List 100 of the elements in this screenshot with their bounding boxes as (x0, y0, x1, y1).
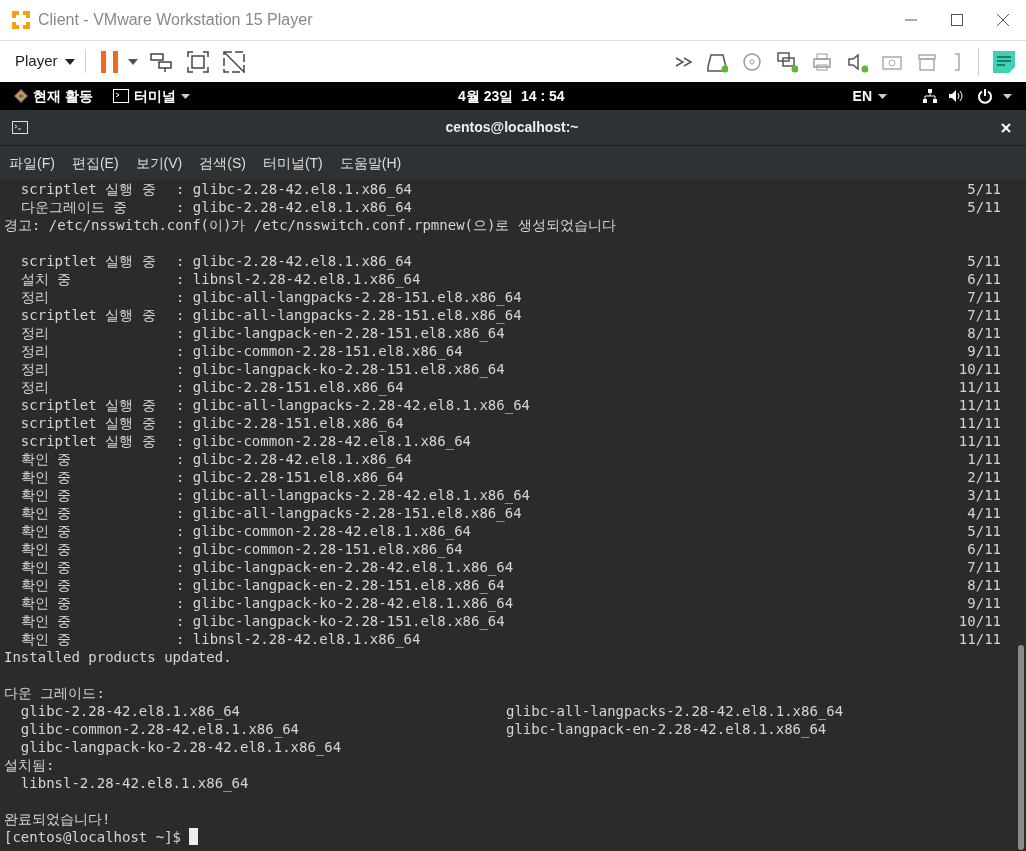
progress-count: 8/11 (967, 576, 1001, 594)
menu-item[interactable]: 검색(S) (199, 152, 246, 174)
line-label: scriptlet 실행 중 (19, 306, 157, 324)
player-menu[interactable]: Player (15, 50, 86, 73)
progress-count: 10/11 (958, 360, 1001, 378)
progress-count: 4/11 (967, 504, 1001, 522)
package-name: : glibc-langpack-en-2.28-151.el8.x86_64 (176, 576, 505, 594)
disc-icon[interactable] (741, 50, 763, 73)
progress-count: 7/11 (967, 288, 1001, 306)
output-line: 경고: /etc/nsswitch.conf(이)가 /etc/nsswitch.conf.rpmnew(으)로 생성되었습니다 (4, 216, 616, 234)
activities-button[interactable]: 현재 활동 (14, 85, 93, 107)
package-name: glibc-langpack-en-2.28-42.el8.1.x86_64 (506, 720, 827, 738)
clock[interactable]: 4월 23일 14 : 54 (458, 85, 565, 107)
scrollbar-thumb[interactable] (1018, 645, 1024, 850)
package-name: : glibc-2.28-42.el8.1.x86_64 (176, 252, 412, 270)
package-name: : glibc-all-langpacks-2.28-42.el8.1.x86_64 (176, 396, 530, 414)
package-name: : glibc-common-2.28-42.el8.1.x86_64 (176, 432, 471, 450)
network-computers-icon[interactable] (149, 50, 172, 73)
package-name: : glibc-2.28-42.el8.1.x86_64 (176, 450, 412, 468)
menu-item[interactable]: 보기(V) (135, 152, 183, 174)
line-label: 확인 중 (19, 540, 73, 558)
power-icon[interactable] (977, 88, 993, 104)
menu-item[interactable]: 터미널(T) (262, 152, 323, 174)
note-icon[interactable] (992, 49, 1016, 74)
package-name: : libnsl-2.28-42.el8.1.x86_64 (176, 630, 421, 648)
menu-item[interactable]: 도움말(H) (339, 152, 402, 174)
line-label: 확인 중 (19, 558, 73, 576)
app-menu[interactable]: 터미널 (112, 85, 190, 107)
package-name: : libnsl-2.28-42.el8.1.x86_64 (176, 270, 421, 288)
output-line: 완료되었습니다! (4, 810, 111, 828)
pause-icon[interactable] (99, 50, 120, 73)
shell-prompt: [centos@localhost ~]$ (4, 828, 182, 846)
package-name: : glibc-common-2.28-42.el8.1.x86_64 (176, 522, 471, 540)
fullscreen-icon[interactable] (186, 50, 209, 73)
dropdown-caret-icon[interactable] (127, 58, 138, 65)
line-label: 정리 (19, 342, 50, 360)
line-label: 설치 중 (19, 270, 73, 288)
progress-count: 11/11 (958, 396, 1001, 414)
package-name: : glibc-langpack-en-2.28-42.el8.1.x86_64 (176, 558, 514, 576)
network-adapter-icon[interactable] (776, 50, 798, 73)
input-source-menu[interactable]: EN (852, 85, 887, 107)
line-label: 정리 (19, 360, 50, 378)
line-label: 확인 중 (19, 522, 73, 540)
progress-count: 1/11 (967, 450, 1001, 468)
package-name: glibc-common-2.28-42.el8.1.x86_64 (19, 720, 300, 738)
terminal-icon (12, 121, 28, 134)
dropdown-caret-icon (180, 93, 190, 99)
output-line: 다운 그레이드: (4, 684, 105, 702)
progress-count: 3/11 (967, 486, 1001, 504)
progress-count: 9/11 (967, 342, 1001, 360)
dropdown-caret-icon (64, 58, 75, 65)
package-name: glibc-2.28-42.el8.1.x86_64 (19, 702, 241, 720)
line-label: 확인 중 (19, 594, 73, 612)
line-label: 확인 중 (19, 612, 73, 630)
menu-item[interactable]: 파일(F) (9, 152, 55, 174)
package-name: : glibc-all-langpacks-2.28-151.el8.x86_64 (176, 306, 522, 324)
app-logo-icon (10, 9, 32, 31)
package-name: : glibc-langpack-en-2.28-151.el8.x86_64 (176, 324, 505, 342)
wired-network-icon[interactable] (922, 88, 938, 104)
line-label: scriptlet 실행 중 (19, 252, 157, 270)
package-name: : glibc-all-langpacks-2.28-151.el8.x86_64 (176, 288, 522, 306)
output-line: 설치됨: (4, 756, 55, 774)
package-name: : glibc-langpack-ko-2.28-151.el8.x86_64 (176, 360, 505, 378)
progress-count: 11/11 (958, 378, 1001, 396)
package-name: glibc-langpack-ko-2.28-42.el8.1.x86_64 (19, 738, 343, 756)
progress-count: 6/11 (967, 540, 1001, 558)
output-line: Installed products updated. (4, 648, 232, 666)
dropdown-caret-icon[interactable] (1003, 93, 1012, 99)
line-label: 확인 중 (19, 630, 73, 648)
package-name: : glibc-2.28-42.el8.1.x86_64 (176, 198, 412, 216)
line-label: 확인 중 (19, 468, 73, 486)
line-label: 확인 중 (19, 504, 73, 522)
package-name: : glibc-langpack-ko-2.28-42.el8.1.x86_64 (176, 594, 514, 612)
package-name: : glibc-common-2.28-151.el8.x86_64 (176, 342, 463, 360)
progress-count: 5/11 (967, 252, 1001, 270)
overflow-chevron-icon[interactable] (675, 56, 693, 67)
package-name: : glibc-all-langpacks-2.28-151.el8.x86_64 (176, 504, 522, 522)
progress-count: 7/11 (967, 306, 1001, 324)
progress-count: 5/11 (967, 522, 1001, 540)
line-label: scriptlet 실행 중 (19, 432, 157, 450)
text-cursor (189, 828, 199, 845)
progress-count: 6/11 (967, 270, 1001, 288)
progress-count: 11/11 (958, 432, 1001, 450)
progress-count: 11/11 (958, 414, 1001, 432)
line-label: scriptlet 실행 중 (19, 414, 157, 432)
package-name: : glibc-2.28-151.el8.x86_64 (176, 414, 404, 432)
centos-logo-icon (14, 89, 28, 103)
output-line: libnsl-2.28-42.el8.1.x86_64 (19, 774, 249, 792)
line-label: 정리 (19, 378, 50, 396)
package-name: : glibc-2.28-42.el8.1.x86_64 (176, 180, 412, 198)
menu-item[interactable]: 편집(E) (71, 152, 119, 174)
volume-icon[interactable] (948, 88, 964, 104)
line-label: 확인 중 (19, 486, 73, 504)
terminal-title: centos@localhost:~ (445, 118, 579, 137)
line-label: 정리 (19, 288, 50, 306)
line-label: 다운그레이드 중 (19, 198, 129, 216)
package-name: : glibc-all-langpacks-2.28-42.el8.1.x86_64 (176, 486, 530, 504)
package-name: : glibc-2.28-151.el8.x86_64 (176, 378, 404, 396)
close-icon[interactable] (1000, 121, 1012, 134)
progress-count: 11/11 (958, 630, 1001, 648)
